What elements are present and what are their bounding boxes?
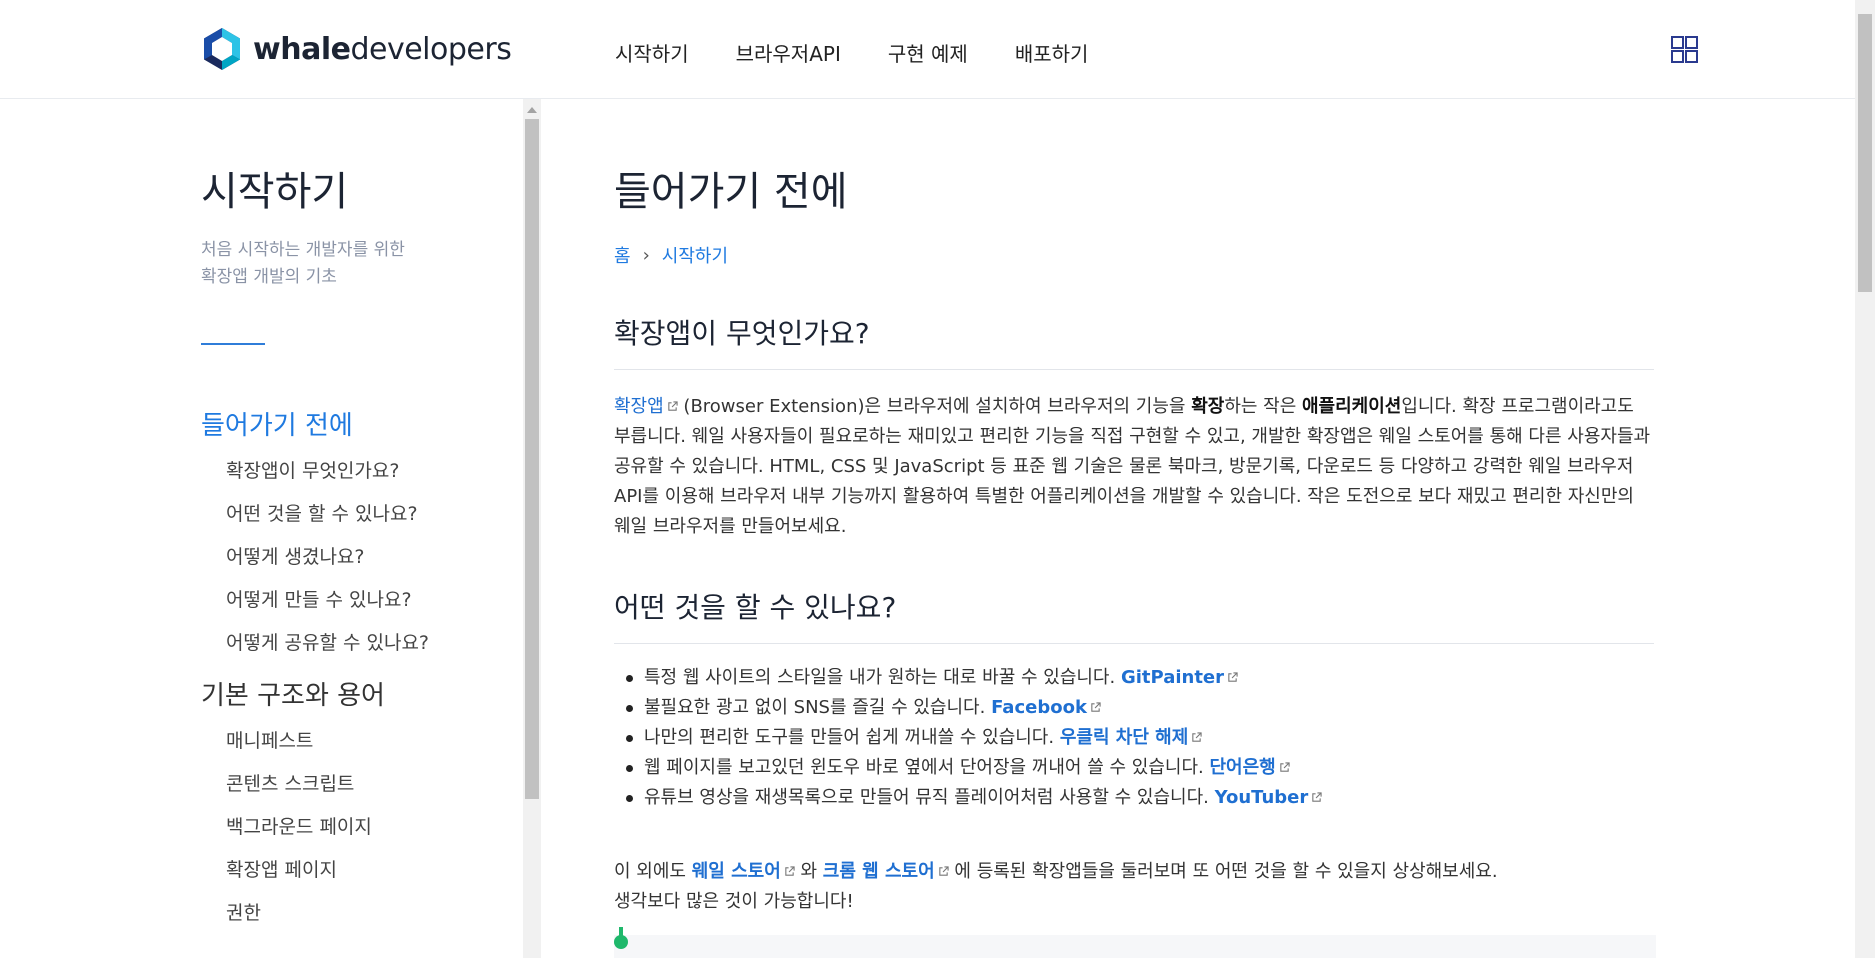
sidebar-divider: [201, 343, 265, 345]
word-bank-link[interactable]: 단어은행: [1209, 757, 1275, 778]
external-link-icon: [1312, 792, 1322, 802]
outro-text-1: 이 외에도: [614, 861, 692, 882]
nav-browser-api[interactable]: 브라우저API: [736, 38, 841, 67]
external-link-icon: [667, 401, 678, 411]
breadcrumb: 홈 › 시작하기: [614, 242, 728, 268]
sidebar-section-before-start[interactable]: 들어가기 전에: [201, 405, 353, 442]
page-scrollbar[interactable]: [1855, 0, 1875, 958]
sidebar-description-line2: 확장앱 개발의 기초: [201, 267, 337, 287]
sidebar-item-extension-page[interactable]: 확장앱 페이지: [226, 855, 337, 882]
right-click-unblock-link[interactable]: 우클릭 차단 해제: [1060, 727, 1188, 748]
list-item-text: 불필요한 광고 없이 SNS를 즐길 수 있습니다.: [644, 697, 992, 718]
external-link-icon: [938, 866, 949, 876]
main-content: 들어가기 전에 홈 › 시작하기 확장앱이 무엇인가요? 확장앱 (Browse…: [541, 99, 1855, 958]
paragraph-text-2: 하는 작은: [1224, 396, 1302, 417]
sidebar-item-what-can-do[interactable]: 어떤 것을 할 수 있나요?: [226, 499, 418, 526]
sidebar-item-background-page[interactable]: 백그라운드 페이지: [226, 812, 372, 839]
youtuber-link[interactable]: YouTuber: [1215, 787, 1309, 808]
sidebar-item-manifest[interactable]: 매니페스트: [226, 726, 313, 753]
paragraph-text-3: 입니다. 확장 프로그램이라고도 부릅니다. 웨일 사용자들이 필요로하는 재미…: [614, 396, 1651, 537]
list-item-text: 특정 웹 사이트의 스타일을 내가 원하는 대로 바꿀 수 있습니다.: [644, 667, 1121, 688]
list-item-text: 나만의 편리한 도구를 만들어 쉽게 꺼내쓸 수 있습니다.: [644, 727, 1060, 748]
logo-text-bold: whale: [253, 31, 351, 67]
tip-icon: [614, 927, 628, 949]
section-paragraph-what-is-extension: 확장앱 (Browser Extension)은 브라우저에 설치하여 브라우저…: [614, 392, 1656, 542]
nav-start[interactable]: 시작하기: [615, 38, 689, 67]
sidebar-description: 처음 시작하는 개발자를 위한 확장앱 개발의 기초: [201, 237, 405, 291]
list-item-text: 유튜브 영상을 재생목록으로 만들어 뮤직 플레이어처럼 사용할 수 있습니다.: [644, 787, 1215, 808]
nav-examples[interactable]: 구현 예제: [888, 38, 968, 67]
list-item-text: 웹 페이지를 보고있던 윈도우 바로 옆에서 단어장을 꺼내어 쓸 수 있습니다…: [644, 757, 1210, 778]
section-outro: 이 외에도 웨일 스토어 와 크롬 웹 스토어 에 등록된 확장앱들을 둘러보며…: [614, 857, 1656, 917]
sidebar-scrollbar[interactable]: [523, 99, 541, 958]
tip-box: [614, 927, 1656, 958]
outro-line2: 생각보다 많은 것이 가능합니다!: [614, 891, 854, 912]
whale-logo-icon: [204, 28, 240, 70]
list-item: 나만의 편리한 도구를 만들어 쉽게 꺼내쓸 수 있습니다. 우클릭 차단 해제: [614, 723, 1322, 753]
facebook-link[interactable]: Facebook: [991, 697, 1087, 718]
extension-link[interactable]: 확장앱: [614, 396, 664, 417]
sidebar: 시작하기 처음 시작하는 개발자를 위한 확장앱 개발의 기초 들어가기 전에 …: [0, 99, 523, 958]
sidebar-scrollbar-thumb[interactable]: [525, 119, 539, 799]
breadcrumb-home[interactable]: 홈: [614, 242, 631, 268]
gitpainter-link[interactable]: GitPainter: [1121, 667, 1224, 688]
paragraph-bold-application: 애플리케이션: [1302, 396, 1402, 417]
section-divider: [614, 369, 1654, 370]
section-heading-what-is-extension: 확장앱이 무엇인가요?: [614, 317, 870, 350]
sidebar-title: 시작하기: [201, 169, 349, 215]
outro-line1: 이 외에도 웨일 스토어 와 크롬 웹 스토어 에 등록된 확장앱들을 둘러보며…: [614, 857, 1656, 887]
sidebar-item-how-to-share[interactable]: 어떻게 공유할 수 있나요?: [226, 628, 429, 655]
sidebar-item-how-to-make[interactable]: 어떻게 만들 수 있나요?: [226, 585, 412, 612]
paragraph-text-1: (Browser Extension)은 브라우저에 설치하여 브라우저의 기능…: [683, 396, 1192, 417]
page-title: 들어가기 전에: [614, 169, 848, 215]
breadcrumb-current[interactable]: 시작하기: [662, 242, 728, 268]
outro-text-3: 에 등록된 확장앱들을 둘러보며 또 어떤 것을 할 수 있을지 상상해보세요.: [948, 861, 1498, 882]
sidebar-item-permissions[interactable]: 권한: [226, 898, 261, 925]
top-header: whaledevelopers 시작하기 브라우저API 구현 예제 배포하기: [0, 0, 1855, 99]
list-item: 유튜브 영상을 재생목록으로 만들어 뮤직 플레이어처럼 사용할 수 있습니다.…: [614, 783, 1322, 813]
top-nav: 시작하기 브라우저API 구현 예제 배포하기: [615, 38, 1135, 67]
list-item: 특정 웹 사이트의 스타일을 내가 원하는 대로 바꿀 수 있습니다. GitP…: [614, 663, 1322, 693]
breadcrumb-chevron-icon: ›: [642, 244, 650, 266]
scroll-up-arrow-icon[interactable]: [527, 107, 537, 113]
list-item: 웹 페이지를 보고있던 윈도우 바로 옆에서 단어장을 꺼내어 쓸 수 있습니다…: [614, 753, 1322, 783]
sidebar-item-what-is-extension[interactable]: 확장앱이 무엇인가요?: [226, 456, 399, 483]
logo-text-regular: developers: [350, 31, 512, 67]
chrome-web-store-link[interactable]: 크롬 웹 스토어: [823, 861, 935, 882]
section-heading-what-can-do: 어떤 것을 할 수 있나요?: [614, 591, 897, 624]
sidebar-item-content-script[interactable]: 콘텐츠 스크립트: [226, 769, 354, 796]
external-link-icon: [1192, 732, 1202, 742]
feature-list: 특정 웹 사이트의 스타일을 내가 원하는 대로 바꿀 수 있습니다. GitP…: [614, 663, 1322, 813]
paragraph-bold-extend: 확장: [1191, 396, 1225, 417]
page-scrollbar-thumb[interactable]: [1858, 14, 1872, 292]
whale-developers-logo[interactable]: whaledevelopers: [201, 26, 512, 72]
list-item: 불필요한 광고 없이 SNS를 즐길 수 있습니다. Facebook: [614, 693, 1322, 723]
apps-grid-icon[interactable]: [1671, 36, 1698, 63]
section-divider: [614, 643, 1654, 644]
outro-text-2: 와: [794, 861, 823, 882]
sidebar-description-line1: 처음 시작하는 개발자를 위한: [201, 240, 405, 260]
sidebar-item-what-looks-like[interactable]: 어떻게 생겼나요?: [226, 542, 365, 569]
sidebar-section-basic-structure[interactable]: 기본 구조와 용어: [201, 675, 385, 712]
nav-deploy[interactable]: 배포하기: [1015, 38, 1089, 67]
external-link-icon: [1280, 762, 1290, 772]
external-link-icon: [785, 866, 795, 876]
external-link-icon: [1091, 702, 1101, 712]
external-link-icon: [1228, 672, 1238, 682]
whale-store-link[interactable]: 웨일 스토어: [692, 861, 781, 882]
